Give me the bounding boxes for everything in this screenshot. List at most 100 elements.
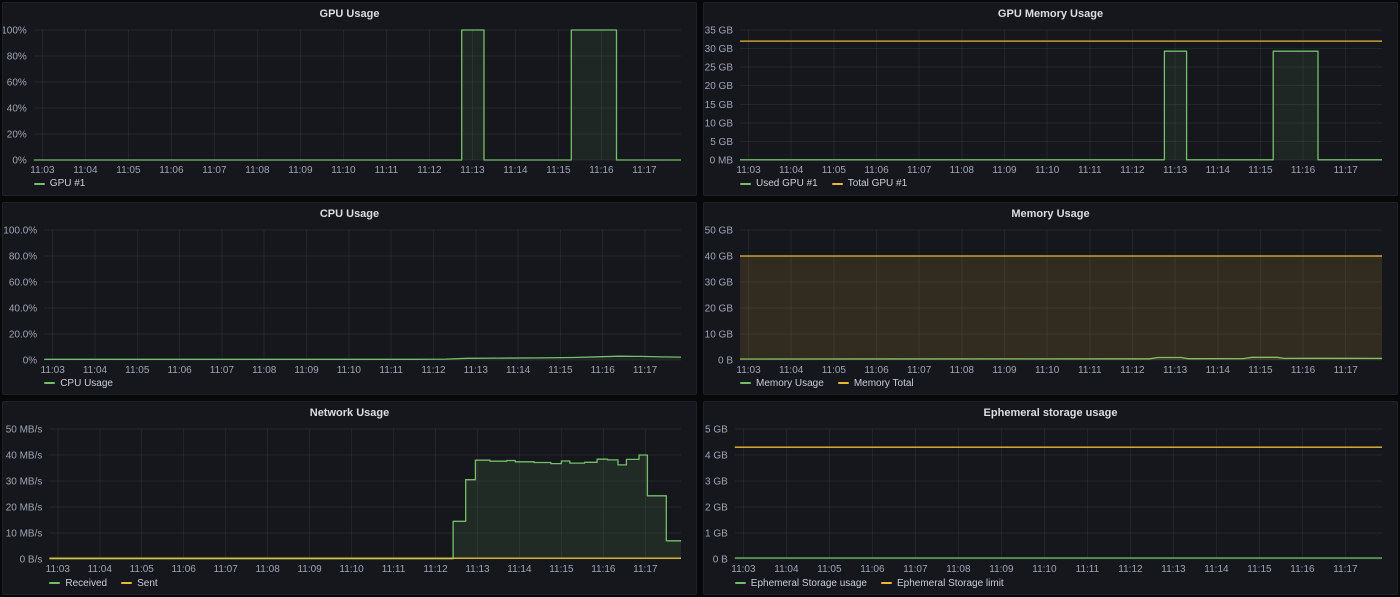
legend-swatch: [740, 183, 751, 185]
axis-tick-label: 11:16: [1291, 165, 1316, 176]
axis-tick-label: 11:16: [1290, 564, 1315, 575]
axis-tick-label: 11:11: [379, 365, 403, 376]
axis-tick-label: 0%: [12, 156, 27, 167]
axis-tick-label: 11:14: [506, 365, 531, 376]
axis-tick-label: 11:14: [503, 165, 528, 176]
axis-tick-label: 11:09: [989, 564, 1014, 575]
panel-title[interactable]: CPU Usage: [3, 203, 696, 224]
x-axis-labels: 11:0311:0411:0511:0611:0711:0811:0911:10…: [736, 165, 1358, 176]
axis-tick-label: 11:04: [779, 365, 804, 376]
axis-tick-label: 11:09: [294, 365, 319, 376]
axis-tick-label: 0%: [23, 355, 38, 366]
gpu-usage-legend: GPU #1: [3, 176, 696, 195]
panel-title[interactable]: Memory Usage: [704, 203, 1397, 224]
x-axis-labels: 11:0311:0411:0511:0611:0711:0811:0911:10…: [731, 564, 1358, 575]
legend-item-ephemeral-storage-usage[interactable]: Ephemeral Storage usage: [735, 578, 867, 589]
axis-tick-label: 11:14: [507, 564, 532, 575]
gpu-usage-chart[interactable]: 0%20%40%60%80%100%11:0311:0411:0511:0611…: [3, 24, 696, 176]
axis-tick-label: 11:13: [1163, 365, 1188, 376]
axis-tick-label: 20 GB: [705, 81, 734, 92]
legend-swatch: [34, 183, 45, 185]
axis-tick-label: 40 GB: [705, 251, 734, 262]
axis-tick-label: 40.0%: [9, 303, 37, 314]
axis-tick-label: 11:07: [210, 365, 235, 376]
network-usage-svg: 0 B/s10 MB/s20 MB/s30 MB/s40 MB/s50 MB/s…: [3, 423, 696, 575]
legend-item-gpu-1[interactable]: GPU #1: [34, 178, 86, 189]
axis-tick-label: 11:13: [465, 564, 490, 575]
cpu-usage-chart[interactable]: 0%20.0%40.0%60.0%80.0%100.0%11:0311:0411…: [3, 224, 696, 376]
memory-usage-chart[interactable]: 0 B10 GB20 GB30 GB40 GB50 GB11:0311:0411…: [704, 224, 1397, 376]
axis-tick-label: 11:08: [245, 165, 270, 176]
legend-item-sent[interactable]: Sent: [121, 578, 158, 589]
axis-tick-label: 20%: [7, 130, 27, 141]
panel-title[interactable]: Ephemeral storage usage: [704, 402, 1397, 423]
series-fill-memory-total: [740, 256, 1382, 360]
axis-tick-label: 11:13: [460, 165, 485, 176]
axis-tick-label: 11:10: [1035, 165, 1060, 176]
legend-item-ephemeral-storage-limit[interactable]: Ephemeral Storage limit: [881, 578, 1004, 589]
axis-tick-label: 11:09: [288, 165, 313, 176]
legend-item-cpu-usage[interactable]: CPU Usage: [44, 378, 113, 389]
y-axis-labels: 0 B1 GB2 GB3 GB4 GB5 GB: [705, 425, 728, 566]
axis-tick-label: 11:12: [1118, 564, 1143, 575]
axis-tick-label: 11:13: [464, 365, 489, 376]
cpu-usage-legend: CPU Usage: [3, 375, 696, 394]
axis-tick-label: 11:03: [736, 365, 761, 376]
axis-tick-label: 11:06: [167, 365, 192, 376]
y-axis-labels: 0 MB5 GB10 GB15 GB20 GB25 GB30 GB35 GB: [705, 26, 734, 167]
legend-label: Memory Total: [854, 378, 914, 389]
gpu-memory-usage-chart[interactable]: 0 MB5 GB10 GB15 GB20 GB25 GB30 GB35 GB11…: [704, 24, 1397, 176]
legend-label: Memory Usage: [756, 378, 824, 389]
axis-tick-label: 1 GB: [705, 529, 728, 540]
axis-tick-label: 11:05: [130, 564, 155, 575]
axis-tick-label: 20 GB: [705, 303, 734, 314]
panel-title[interactable]: GPU Usage: [3, 3, 696, 24]
gpu-memory-usage-svg: 0 MB5 GB10 GB15 GB20 GB25 GB30 GB35 GB11…: [704, 24, 1397, 176]
legend-item-received[interactable]: Received: [49, 578, 107, 589]
gpu-usage-svg: 0%20%40%60%80%100%11:0311:0411:0511:0611…: [3, 24, 696, 176]
axis-tick-label: 11:10: [339, 564, 364, 575]
axis-tick-label: 11:13: [1161, 564, 1186, 575]
axis-tick-label: 100%: [3, 26, 27, 37]
axis-tick-label: 0 B: [713, 555, 728, 566]
axis-tick-label: 40%: [7, 104, 27, 115]
axis-tick-label: 11:03: [731, 564, 756, 575]
axis-tick-label: 10 MB/s: [6, 529, 43, 540]
legend-item-used-gpu-1[interactable]: Used GPU #1: [740, 178, 818, 189]
ephemeral-storage-chart[interactable]: 0 B1 GB2 GB3 GB4 GB5 GB11:0311:0411:0511…: [704, 423, 1397, 575]
axis-tick-label: 10 GB: [705, 329, 734, 340]
axis-tick-label: 11:15: [1248, 165, 1273, 176]
axis-tick-label: 11:06: [860, 564, 885, 575]
axis-tick-label: 11:15: [549, 564, 574, 575]
cpu-usage-svg: 0%20.0%40.0%60.0%80.0%100.0%11:0311:0411…: [3, 224, 696, 376]
axis-tick-label: 11:17: [1333, 564, 1358, 575]
axis-tick-label: 11:08: [950, 365, 975, 376]
axis-tick-label: 25 GB: [705, 63, 734, 74]
axis-tick-label: 11:03: [736, 165, 761, 176]
panel-gpu-usage: GPU Usage 0%20%40%60%80%100%11:0311:0411…: [2, 2, 697, 196]
axis-tick-label: 3 GB: [705, 477, 728, 488]
axis-tick-label: 11:07: [202, 165, 227, 176]
panel-title[interactable]: GPU Memory Usage: [704, 3, 1397, 24]
axis-tick-label: 11:03: [46, 564, 71, 575]
axis-tick-label: 10 GB: [705, 118, 734, 129]
legend-item-memory-total[interactable]: Memory Total: [838, 378, 914, 389]
ephemeral-storage-legend: Ephemeral Storage usage Ephemeral Storage…: [704, 575, 1397, 594]
axis-tick-label: 60.0%: [9, 277, 37, 288]
axis-tick-label: 0 B: [718, 355, 733, 366]
axis-tick-label: 11:09: [992, 165, 1017, 176]
ephemeral-storage-usage-svg: 0 B1 GB2 GB3 GB4 GB5 GB11:0311:0411:0511…: [704, 423, 1397, 575]
panel-title[interactable]: Network Usage: [3, 402, 696, 423]
axis-tick-label: 11:04: [774, 564, 799, 575]
legend-label: GPU #1: [50, 178, 86, 189]
axis-tick-label: 11:06: [864, 165, 889, 176]
legend-item-memory-usage[interactable]: Memory Usage: [740, 378, 824, 389]
axis-tick-label: 11:11: [375, 165, 399, 176]
x-axis-labels: 11:0311:0411:0511:0611:0711:0811:0911:10…: [46, 564, 658, 575]
axis-tick-label: 11:15: [1247, 564, 1272, 575]
axis-tick-label: 11:12: [417, 165, 442, 176]
network-usage-chart[interactable]: 0 B/s10 MB/s20 MB/s30 MB/s40 MB/s50 MB/s…: [3, 423, 696, 575]
axis-tick-label: 60%: [7, 78, 27, 89]
legend-item-total-gpu-1[interactable]: Total GPU #1: [832, 178, 907, 189]
axis-tick-label: 11:11: [1078, 165, 1102, 176]
